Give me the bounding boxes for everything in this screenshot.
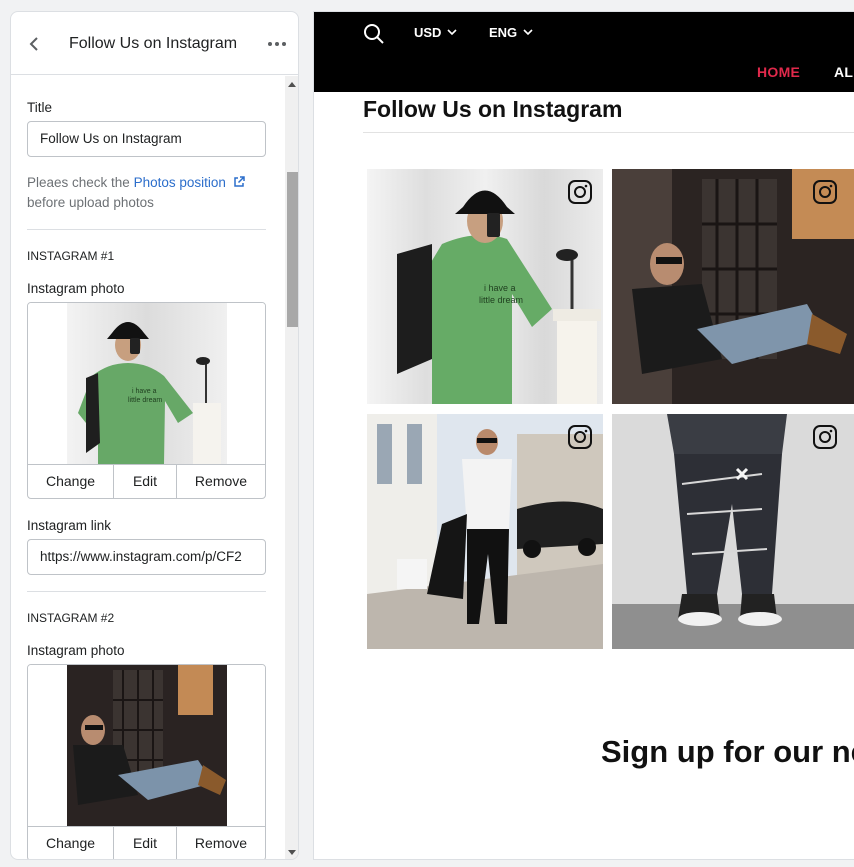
nav-home[interactable]: HOME	[757, 64, 800, 80]
instagram-1-link-label: Instagram link	[27, 518, 112, 533]
instagram-post-3[interactable]	[367, 414, 603, 649]
sidebar-scroll-area: Title Follow Us on Instagram Pleaes chec…	[11, 76, 298, 859]
change-photo-button[interactable]: Change	[28, 827, 114, 859]
instagram-1-photo-actions: Change Edit Remove	[28, 464, 265, 498]
more-horizontal-icon[interactable]	[265, 32, 289, 56]
chevron-down-icon	[523, 29, 533, 36]
instagram-1-photo-picker: i have a little dream Change Edit Remove	[27, 302, 266, 499]
title-field-label: Title	[27, 100, 53, 115]
instagram-post-1[interactable]: i have a little dream	[367, 169, 603, 404]
instagram-icon	[568, 425, 592, 449]
instagram-icon	[813, 425, 837, 449]
sidebar-scrollbar[interactable]	[285, 76, 298, 859]
divider	[27, 229, 266, 230]
currency-selector[interactable]: USD	[414, 25, 458, 40]
search-icon[interactable]	[362, 22, 386, 46]
instagram-post-4[interactable]	[612, 414, 854, 649]
title-underline	[363, 132, 854, 133]
svg-text:i have a: i have a	[132, 388, 157, 395]
instagram-1-photo-thumbnail: i have a little dream	[28, 303, 265, 464]
scroll-down-arrow-icon[interactable]	[288, 850, 296, 855]
scrollbar-thumb[interactable]	[287, 172, 298, 327]
remove-photo-button[interactable]: Remove	[177, 827, 265, 859]
instagram-1-photo-label: Instagram photo	[27, 281, 125, 296]
svg-text:i have a: i have a	[484, 283, 516, 293]
language-selector[interactable]: ENG	[489, 25, 533, 40]
settings-sidebar: Follow Us on Instagram Title Follow Us o…	[10, 11, 299, 860]
note-prefix: Pleaes check the	[27, 175, 134, 190]
chevron-down-icon	[447, 29, 458, 36]
chevron-left-icon[interactable]	[25, 32, 43, 56]
instagram-post-2[interactable]	[612, 169, 854, 404]
instagram-1-link-input[interactable]: https://www.instagram.com/p/CF2	[27, 539, 266, 575]
remove-photo-button[interactable]: Remove	[177, 465, 265, 498]
sidebar-header: Follow Us on Instagram	[11, 12, 298, 75]
nav-all[interactable]: ALL	[834, 64, 854, 80]
instagram-icon	[813, 180, 837, 204]
svg-text:little dream: little dream	[128, 397, 162, 404]
instagram-2-photo-thumbnail	[28, 665, 265, 826]
edit-photo-button[interactable]: Edit	[114, 827, 177, 859]
external-link-icon[interactable]	[233, 176, 245, 188]
currency-label: USD	[414, 25, 442, 40]
divider	[27, 591, 266, 592]
instagram-2-photo-picker: Change Edit Remove	[27, 664, 266, 859]
instagram-icon	[568, 180, 592, 204]
instagram-1-heading: INSTAGRAM #1	[27, 249, 115, 263]
instagram-2-heading: INSTAGRAM #2	[27, 611, 115, 625]
instagram-2-photo-actions: Change Edit Remove	[28, 826, 265, 859]
note-suffix: before upload photos	[27, 195, 154, 210]
photos-position-note: Pleaes check the Photos position before …	[27, 173, 245, 213]
photos-position-link[interactable]: Photos position	[134, 175, 226, 190]
newsletter-heading: Sign up for our ne	[601, 734, 854, 769]
store-preview: USD ENG HOME ALL Follow Us on Instagram	[313, 11, 854, 860]
store-header: USD ENG HOME ALL	[314, 12, 854, 92]
sidebar-title: Follow Us on Instagram	[69, 35, 238, 52]
svg-text:little dream: little dream	[479, 295, 523, 305]
scroll-up-arrow-icon[interactable]	[288, 82, 296, 87]
language-label: ENG	[489, 25, 518, 40]
change-photo-button[interactable]: Change	[28, 465, 114, 498]
instagram-section-title: Follow Us on Instagram	[363, 96, 623, 122]
title-input[interactable]: Follow Us on Instagram	[27, 121, 266, 157]
edit-photo-button[interactable]: Edit	[114, 465, 177, 498]
instagram-2-photo-label: Instagram photo	[27, 643, 125, 658]
